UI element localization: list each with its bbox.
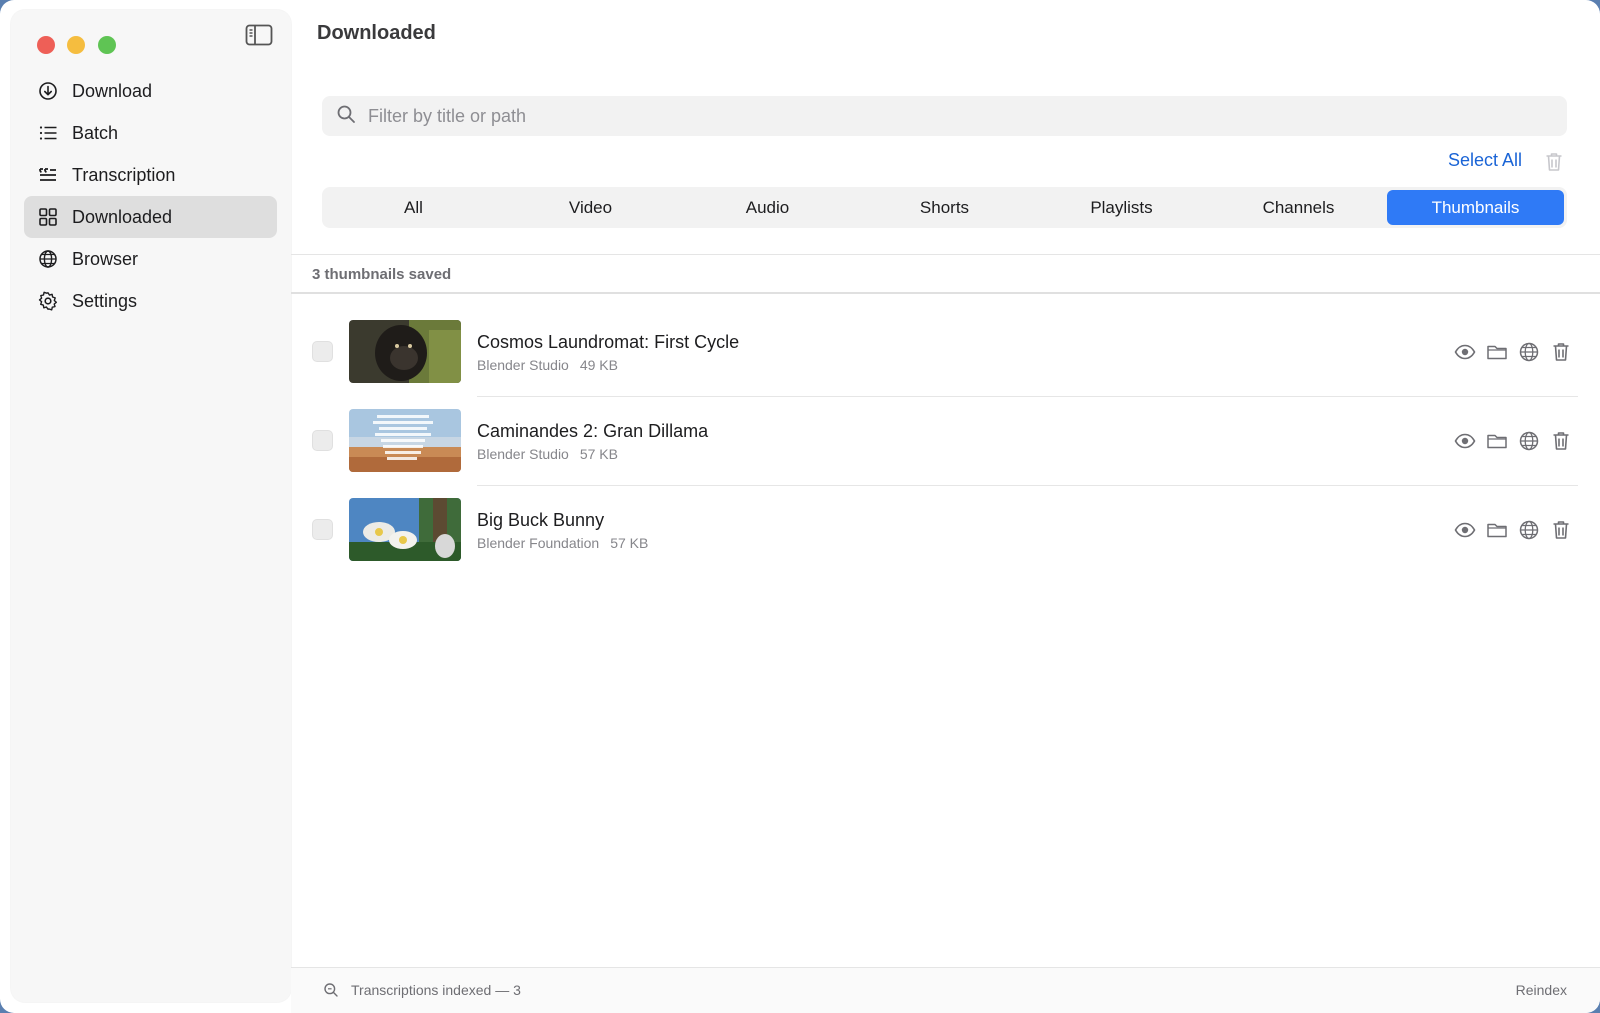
tab-audio[interactable]: Audio — [679, 190, 856, 225]
item-channel: Blender Foundation — [477, 535, 600, 551]
reindex-button[interactable]: Reindex — [1516, 982, 1567, 998]
globe-icon — [38, 249, 58, 269]
search-bar — [322, 96, 1567, 136]
item-meta: Blender Studio 57 KB — [477, 446, 618, 462]
gear-icon — [38, 291, 58, 311]
sidebar-item-label: Download — [72, 80, 153, 101]
item-checkbox[interactable] — [312, 519, 333, 540]
sidebar-item-label: Browser — [72, 248, 139, 269]
divider — [291, 292, 1600, 294]
item-meta: Blender Foundation 57 KB — [477, 535, 648, 551]
minimize-window-button[interactable] — [67, 36, 85, 54]
item-title: Cosmos Laundromat: First Cycle — [477, 332, 740, 352]
app-window: Download Batch Transcription Downloaded … — [0, 0, 1600, 1013]
list-item[interactable]: Cosmos Laundromat: First Cycle Blender S… — [291, 308, 1600, 397]
filter-tabs: All Video Audio Shorts Playlists Channel… — [322, 187, 1567, 228]
tab-shorts[interactable]: Shorts — [856, 190, 1033, 225]
sidebar-item-label: Transcription — [72, 164, 176, 185]
sidebar-item-label: Downloaded — [72, 206, 173, 227]
thumbnail-image — [349, 498, 461, 561]
download-circle-icon — [38, 81, 58, 101]
tab-channels[interactable]: Channels — [1210, 190, 1387, 225]
grid-icon — [38, 207, 58, 227]
trash-icon[interactable] — [1550, 430, 1572, 452]
sidebar-item-label: Settings — [72, 290, 138, 311]
captions-icon — [38, 165, 58, 185]
thumbnail-image — [349, 320, 461, 383]
sidebar-item-download[interactable]: Download — [24, 70, 277, 112]
eye-icon[interactable] — [1454, 430, 1476, 452]
list-item[interactable]: Big Buck Bunny Blender Foundation 57 KB — [291, 486, 1600, 575]
thumbnail-list: Cosmos Laundromat: First Cycle Blender S… — [291, 308, 1600, 575]
item-size: 57 KB — [610, 535, 649, 551]
tab-thumbnails[interactable]: Thumbnails — [1387, 190, 1564, 225]
folder-icon[interactable] — [1486, 430, 1508, 452]
index-status: Transcriptions indexed — 3 — [351, 982, 521, 998]
tab-all[interactable]: All — [325, 190, 502, 225]
item-checkbox[interactable] — [312, 430, 333, 451]
sidebar-item-transcription[interactable]: Transcription — [24, 154, 277, 196]
tab-video[interactable]: Video — [502, 190, 679, 225]
list-item[interactable]: Caminandes 2: Gran Dillama Blender Studi… — [291, 397, 1600, 486]
list-icon — [38, 123, 58, 143]
sidebar-toggle-icon[interactable] — [245, 24, 273, 46]
globe-icon[interactable] — [1518, 519, 1540, 541]
item-title: Caminandes 2: Gran Dillama — [477, 421, 709, 441]
item-size: 57 KB — [579, 446, 618, 462]
sidebar-item-browser[interactable]: Browser — [24, 238, 277, 280]
folder-icon[interactable] — [1486, 519, 1508, 541]
globe-icon[interactable] — [1518, 430, 1540, 452]
sidebar-item-batch[interactable]: Batch — [24, 112, 277, 154]
trash-icon[interactable] — [1550, 341, 1572, 363]
item-actions — [1454, 430, 1572, 452]
status-bar: Transcriptions indexed — 3 Reindex — [291, 968, 1600, 1013]
search-icon — [336, 104, 368, 129]
eye-icon[interactable] — [1454, 341, 1476, 363]
sidebar-nav: Download Batch Transcription Downloaded … — [24, 70, 277, 322]
divider — [291, 254, 1600, 255]
item-size: 49 KB — [579, 357, 618, 373]
item-channel: Blender Studio — [477, 446, 569, 462]
item-actions — [1454, 519, 1572, 541]
search-input[interactable] — [368, 105, 1518, 127]
select-all-button[interactable]: Select All — [1448, 150, 1522, 171]
zoom-window-button[interactable] — [98, 36, 116, 54]
trash-icon[interactable] — [1550, 519, 1572, 541]
item-checkbox[interactable] — [312, 341, 333, 362]
delete-selected-icon[interactable] — [1543, 151, 1565, 173]
item-meta: Blender Studio 49 KB — [477, 357, 618, 373]
item-count: 3 thumbnails saved — [312, 266, 452, 283]
sidebar-item-settings[interactable]: Settings — [24, 280, 277, 322]
thumbnail-image — [349, 409, 461, 472]
close-window-button[interactable] — [37, 36, 55, 54]
page-title: Downloaded — [317, 22, 436, 44]
globe-icon[interactable] — [1518, 341, 1540, 363]
item-channel: Blender Studio — [477, 357, 569, 373]
sidebar-item-label: Batch — [72, 122, 119, 143]
magnifier-icon — [323, 982, 339, 998]
item-actions — [1454, 341, 1572, 363]
tab-playlists[interactable]: Playlists — [1033, 190, 1210, 225]
item-title: Big Buck Bunny — [477, 510, 605, 530]
sidebar-item-downloaded[interactable]: Downloaded — [24, 196, 277, 238]
folder-icon[interactable] — [1486, 341, 1508, 363]
eye-icon[interactable] — [1454, 519, 1476, 541]
